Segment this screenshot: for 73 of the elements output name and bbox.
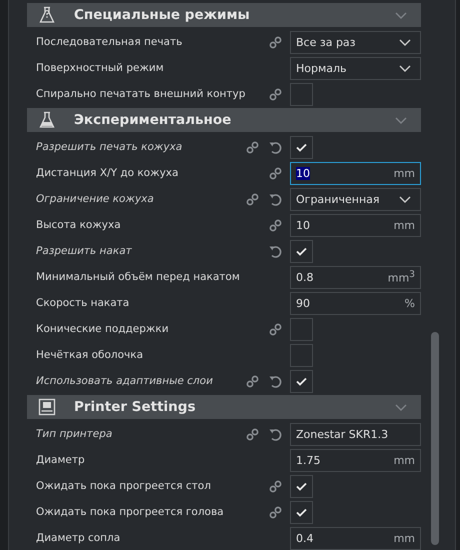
link-icon[interactable] [246, 374, 259, 388]
setting-label: Разрешить накат [35, 245, 132, 257]
checkmark-icon [296, 482, 307, 490]
flask-icon [38, 6, 56, 24]
link-icon[interactable] [269, 88, 282, 100]
checkbox[interactable] [290, 82, 313, 106]
scrollbar[interactable] [431, 332, 439, 545]
setting-label: Ожидать пока прогреется голова [35, 506, 224, 518]
link-icon[interactable] [246, 140, 259, 154]
checkbox[interactable] [290, 474, 313, 498]
checkmark-icon [296, 246, 307, 256]
printer-icon [38, 398, 56, 416]
link-icon[interactable] [269, 218, 282, 232]
chevron-icon [395, 12, 407, 18]
setting-label: Использовать адаптивные слои [35, 375, 213, 387]
setting-label: Ограничение кожуха [35, 193, 154, 205]
chevron-icon [399, 196, 411, 202]
reset-icon[interactable] [268, 427, 282, 441]
section-header[interactable]: Специальные режимы [27, 3, 421, 27]
link-icon[interactable] [246, 428, 259, 440]
setting-label: Последовательная печать [35, 36, 182, 48]
link-icon[interactable] [269, 36, 282, 48]
checkmark-icon [296, 508, 307, 516]
checkbox[interactable] [290, 240, 313, 262]
setting-label: Ожидать пока прогреется стол [35, 480, 211, 492]
input-field[interactable]: 10 mm [290, 162, 421, 184]
input-field[interactable]: 0.4 mm [290, 526, 421, 550]
link-icon[interactable] [269, 480, 282, 492]
setting-label: Высота кожуха [35, 219, 121, 231]
chevron-icon [399, 38, 411, 46]
section-title: Экспериментальное [74, 112, 232, 128]
checkmark-icon [296, 142, 307, 152]
setting-label: Поверхностный режим [35, 62, 164, 74]
reset-icon[interactable] [268, 192, 282, 206]
dropdown[interactable]: Все за раз [290, 30, 421, 54]
chevron-icon [395, 404, 407, 410]
setting-label: Диаметр [35, 454, 85, 466]
link-icon[interactable] [269, 166, 282, 180]
setting-label: Минимальный объём перед накатом [35, 271, 240, 283]
setting-label: Нечёткая оболочка [35, 349, 144, 361]
setting-label: Спирально печатать внешний контур [35, 88, 246, 100]
setting-label: Тип принтера [35, 428, 112, 440]
checkbox[interactable] [290, 500, 313, 524]
checkbox[interactable] [290, 344, 313, 366]
checkbox[interactable] [290, 318, 313, 340]
link-icon[interactable] [246, 192, 259, 206]
setting-label: Диаметр сопла [35, 532, 120, 544]
checkbox[interactable] [290, 136, 313, 158]
reset-icon[interactable] [268, 244, 282, 258]
setting-label: Дистанция X/Y до кожуха [35, 167, 178, 179]
reset-icon[interactable] [268, 374, 282, 388]
flask-icon [38, 111, 56, 129]
dropdown[interactable]: Нормаль [290, 56, 421, 80]
chevron-icon [395, 116, 407, 124]
input-field[interactable]: 0.8 mm$^{3}$ [290, 266, 421, 288]
dropdown[interactable]: Ограниченная [290, 188, 421, 210]
link-icon[interactable] [269, 506, 282, 518]
checkmark-icon [296, 376, 307, 386]
chevron-icon [399, 64, 411, 72]
setting-label: Скорость наката [35, 297, 130, 309]
section-header[interactable]: Printer Settings [27, 395, 421, 419]
section-title: Специальные режимы [74, 7, 251, 23]
section-title: Printer Settings [74, 399, 196, 415]
input-field[interactable]: 10 mm [290, 214, 421, 236]
reset-icon[interactable] [268, 140, 282, 154]
link-icon[interactable] [269, 322, 282, 336]
input-field[interactable]: 90 % [290, 292, 421, 314]
setting-label: Разрешить печать кожуха [35, 141, 182, 153]
section-header[interactable]: Экспериментальное [27, 108, 421, 132]
setting-label: Конические поддержки [35, 323, 169, 335]
input-field[interactable]: 1.75 mm [290, 448, 421, 472]
checkbox[interactable] [290, 370, 313, 392]
input-field[interactable]: Zonestar SKR1.3 [290, 422, 421, 446]
